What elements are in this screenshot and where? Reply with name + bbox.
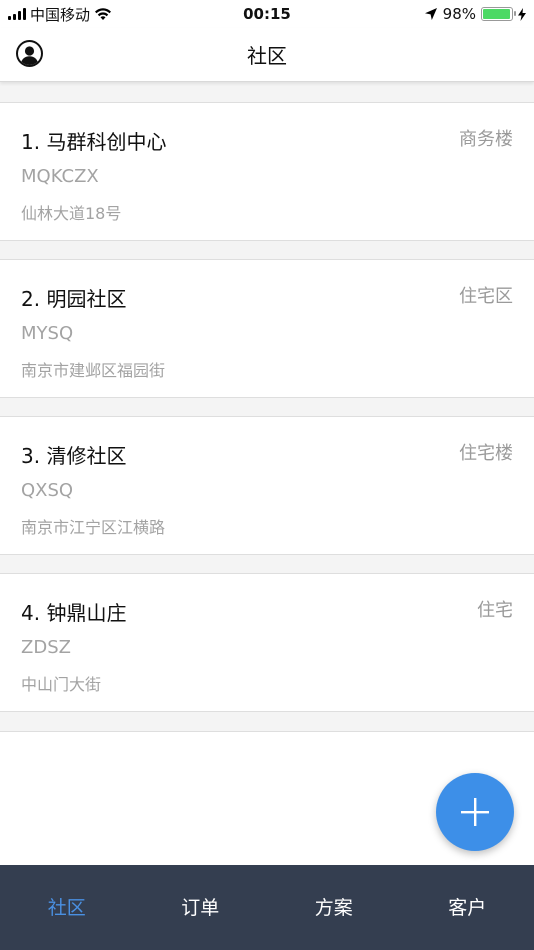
tab-bar: 社区 订单 方案 客户	[0, 865, 534, 950]
status-bar-left: 中国移动	[8, 4, 112, 25]
community-type: 住宅区	[459, 286, 513, 307]
charging-bolt-icon	[518, 7, 526, 21]
add-community-button[interactable]	[436, 773, 514, 851]
community-code: QXSQ	[21, 480, 74, 501]
user-avatar-icon[interactable]	[16, 40, 43, 67]
battery-percentage: 98%	[442, 5, 476, 23]
community-code: MYSQ	[21, 323, 74, 344]
community-card[interactable]: 2. 明园社区 住宅区 MYSQ 南京市建邺区福园街	[0, 259, 534, 398]
community-address: 中山门大街	[21, 675, 102, 694]
plus-icon	[461, 798, 489, 826]
location-arrow-icon	[424, 8, 437, 20]
community-code: ZDSZ	[21, 637, 71, 658]
status-bar: 中国移动 00:15 98%	[0, 0, 534, 28]
signal-strength-icon	[8, 8, 26, 20]
clock: 00:15	[243, 5, 291, 23]
community-card[interactable]: 1. 马群科创中心 商务楼 MQKCZX 仙林大道18号	[0, 102, 534, 241]
battery-level	[483, 9, 511, 19]
community-title: 4. 钟鼎山庄	[21, 601, 127, 625]
tab-orders[interactable]: 订单	[134, 865, 268, 950]
carrier-label: 中国移动	[30, 5, 91, 24]
tab-plans[interactable]: 方案	[267, 865, 401, 950]
community-title: 3. 清修社区	[21, 444, 127, 468]
user-silhouette-icon	[20, 46, 39, 65]
page-title: 社区	[247, 44, 287, 68]
status-bar-right: 98%	[424, 5, 526, 23]
wifi-icon	[95, 8, 112, 20]
community-title: 2. 明园社区	[21, 287, 127, 311]
navigation-bar: 社区	[0, 28, 534, 82]
battery-icon	[481, 7, 516, 21]
community-type: 住宅楼	[459, 443, 513, 464]
community-type: 住宅	[477, 600, 513, 621]
community-title: 1. 马群科创中心	[21, 130, 167, 154]
community-list: 1. 马群科创中心 商务楼 MQKCZX 仙林大道18号 2. 明园社区 住宅区…	[0, 102, 534, 730]
community-address: 南京市建邺区福园街	[21, 361, 166, 380]
community-card[interactable]: 3. 清修社区 住宅楼 QXSQ 南京市江宁区江横路	[0, 416, 534, 555]
community-address: 仙林大道18号	[21, 204, 122, 223]
community-code: MQKCZX	[21, 166, 99, 187]
tab-customers[interactable]: 客户	[401, 865, 534, 950]
tab-community[interactable]: 社区	[0, 865, 134, 950]
community-type: 商务楼	[459, 129, 513, 150]
community-card[interactable]: 4. 钟鼎山庄 住宅 ZDSZ 中山门大街	[0, 573, 534, 712]
community-address: 南京市江宁区江横路	[21, 518, 166, 537]
